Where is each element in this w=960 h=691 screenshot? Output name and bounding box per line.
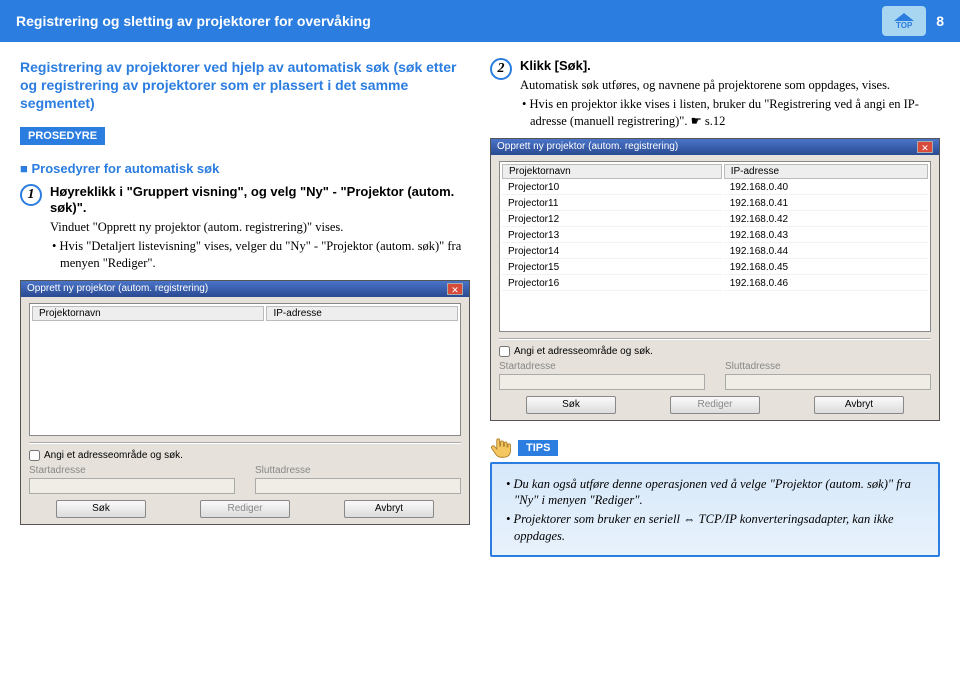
sub-heading: Prosedyrer for automatisk søk (20, 161, 470, 176)
close-icon[interactable]: ✕ (447, 283, 463, 295)
table-row[interactable]: Projector10192.168.0.40 (502, 181, 928, 195)
cancel-button[interactable]: Avbryt (814, 396, 904, 414)
check-label: Angi et adresseområde og søk. (44, 450, 183, 461)
checkbox[interactable] (29, 450, 40, 461)
search-button[interactable]: Søk (56, 500, 146, 518)
dialog-results: Opprett ny projektor (autom. registrerin… (490, 138, 940, 421)
cell-ip: 192.168.0.41 (724, 197, 928, 211)
dialog-title: Opprett ny projektor (autom. registrerin… (27, 283, 208, 294)
address-range-check[interactable]: Angi et adresseområde og søk. (499, 346, 931, 357)
tips-section: TIPS Du kan også utføre denne operasjone… (490, 437, 940, 558)
address-range-check[interactable]: Angi et adresseområde og søk. (29, 450, 461, 461)
projector-table: Projektornavn IP-adresse Projector10192.… (499, 161, 931, 332)
right-column: 2 Klikk [Søk]. Automatisk søk utføres, o… (490, 58, 940, 557)
tip-1: Du kan også utføre denne operasjonen ved… (504, 476, 926, 510)
start-input[interactable] (29, 478, 235, 494)
step-2-line2: Hvis en projektor ikke vises i listen, b… (520, 96, 940, 130)
end-input[interactable] (255, 478, 461, 494)
page-number: 8 (936, 13, 944, 29)
table-row[interactable]: Projector13192.168.0.43 (502, 229, 928, 243)
top-label: TOP (896, 21, 912, 30)
step-1: 1 Høyreklikk i "Gruppert visning", og ve… (20, 184, 470, 272)
table-row[interactable]: Projector11192.168.0.41 (502, 197, 928, 211)
cell-ip: 192.168.0.42 (724, 213, 928, 227)
step-number-2: 2 (490, 58, 512, 80)
checkbox[interactable] (499, 346, 510, 357)
step-2-title: Klikk [Søk]. (520, 58, 940, 75)
table-row[interactable]: Projector12192.168.0.42 (502, 213, 928, 227)
dialog-title: Opprett ny projektor (autom. registrerin… (497, 141, 678, 152)
cell-ip: 192.168.0.45 (724, 261, 928, 275)
step-2: 2 Klikk [Søk]. Automatisk søk utføres, o… (490, 58, 940, 130)
cell-ip: 192.168.0.44 (724, 245, 928, 259)
step-1-line1: Vinduet "Opprett ny projektor (autom. re… (50, 219, 470, 236)
start-label: Startadresse (499, 361, 705, 372)
cell-name: Projector14 (502, 245, 722, 259)
dialog-titlebar: Opprett ny projektor (autom. registrerin… (21, 281, 469, 297)
cell-ip: 192.168.0.40 (724, 181, 928, 195)
cell-name: Projector16 (502, 277, 722, 291)
col-name: Projektornavn (32, 306, 264, 321)
cell-name: Projector11 (502, 197, 722, 211)
col-ip: IP-adresse (266, 306, 458, 321)
header-title: Registrering og sletting av projektorer … (16, 13, 371, 29)
check-label: Angi et adresseområde og søk. (514, 346, 653, 357)
page-header: Registrering og sletting av projektorer … (0, 0, 960, 42)
cell-ip: 192.168.0.43 (724, 229, 928, 243)
edit-button[interactable]: Rediger (200, 500, 290, 518)
search-button[interactable]: Søk (526, 396, 616, 414)
step-1-line2: Hvis "Detaljert listevisning" vises, vel… (50, 238, 470, 272)
cell-name: Projector10 (502, 181, 722, 195)
cell-name: Projector12 (502, 213, 722, 227)
close-icon[interactable]: ✕ (917, 141, 933, 153)
step-number-1: 1 (20, 184, 42, 206)
tip-2: Projektorer som bruker en seriell ⇔ TCP/… (504, 511, 926, 545)
cell-ip: 192.168.0.46 (724, 277, 928, 291)
procedure-badge: PROSEDYRE (20, 127, 105, 145)
tips-box: Du kan også utføre denne operasjonen ved… (490, 462, 940, 558)
start-input[interactable] (499, 374, 705, 390)
cancel-button[interactable]: Avbryt (344, 500, 434, 518)
step-1-title: Høyreklikk i "Gruppert visning", og velg… (50, 184, 470, 218)
end-input[interactable] (725, 374, 931, 390)
dialog-titlebar: Opprett ny projektor (autom. registrerin… (491, 139, 939, 155)
col-name: Projektornavn (502, 164, 722, 179)
cell-name: Projector13 (502, 229, 722, 243)
tips-label: TIPS (518, 440, 558, 456)
cell-name: Projector15 (502, 261, 722, 275)
end-label: Sluttadresse (725, 361, 931, 372)
start-label: Startadresse (29, 465, 235, 476)
table-row[interactable]: Projector14192.168.0.44 (502, 245, 928, 259)
section-title: Registrering av projektorer ved hjelp av… (20, 58, 470, 113)
top-badge[interactable]: TOP (882, 6, 926, 36)
table-row[interactable]: Projector15192.168.0.45 (502, 261, 928, 275)
end-label: Sluttadresse (255, 465, 461, 476)
left-column: Registrering av projektorer ved hjelp av… (20, 58, 470, 557)
edit-button[interactable]: Rediger (670, 396, 760, 414)
col-ip: IP-adresse (724, 164, 928, 179)
house-icon (894, 13, 914, 21)
step-2-line1: Automatisk søk utføres, og navnene på pr… (520, 77, 940, 94)
hand-point-icon (490, 437, 512, 459)
table-row[interactable]: Projector16192.168.0.46 (502, 277, 928, 291)
dialog-empty: Opprett ny projektor (autom. registrerin… (20, 280, 470, 525)
projector-table: Projektornavn IP-adresse (29, 303, 461, 436)
